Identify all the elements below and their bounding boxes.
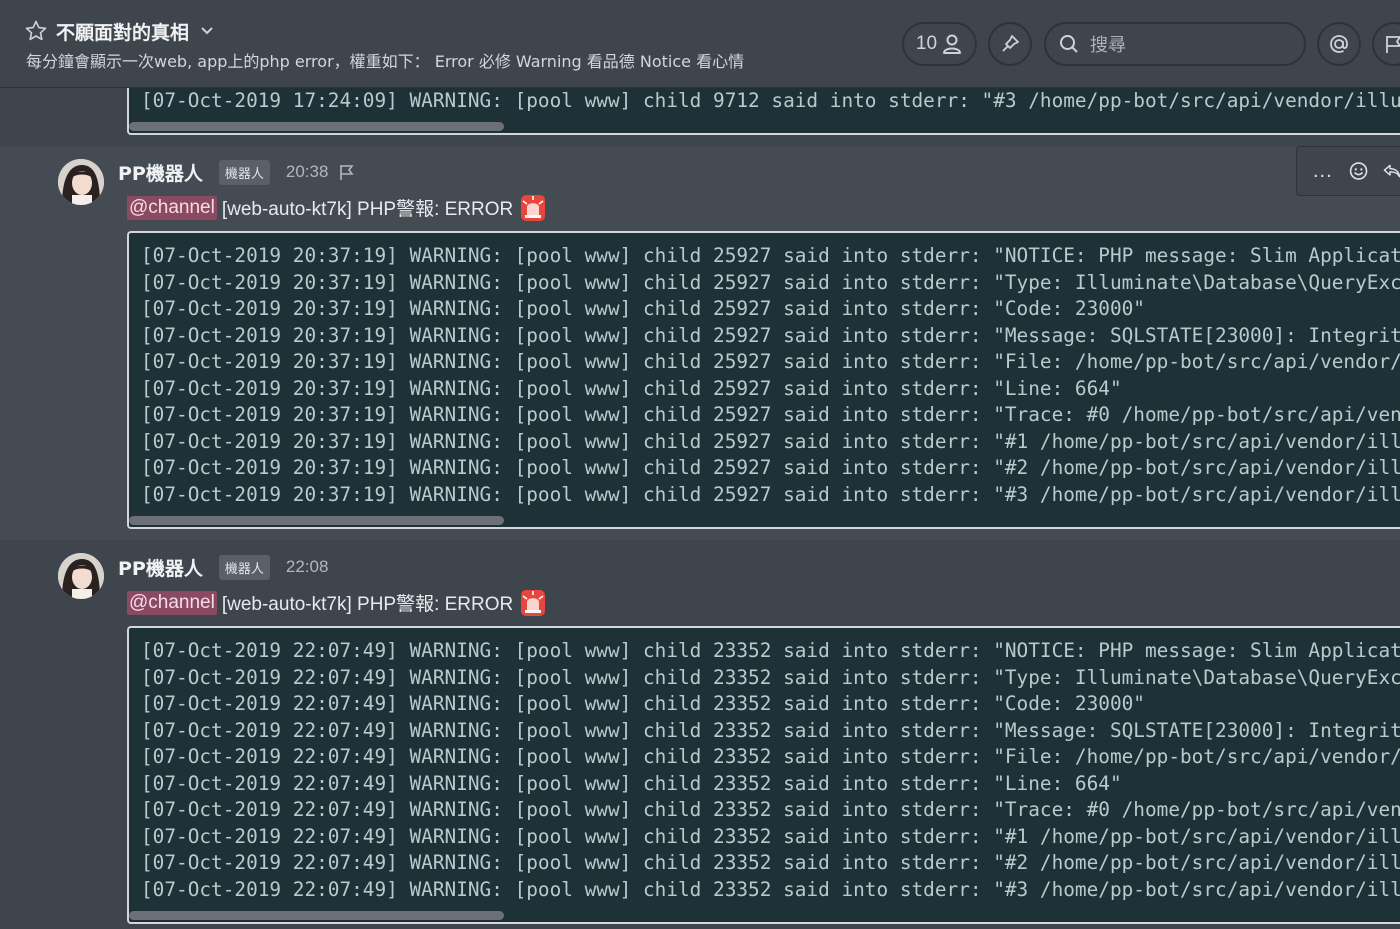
avatar[interactable]: [58, 159, 104, 205]
rotating-light-icon: [521, 589, 546, 616]
post-time[interactable]: 22:08: [286, 557, 329, 577]
reply-icon[interactable]: [1382, 159, 1400, 183]
search-icon: [1060, 35, 1078, 53]
code-line: [07-Oct-2019 22:07:49] WARNING: [pool ww…: [141, 718, 1400, 742]
username[interactable]: PP機器人: [118, 554, 203, 581]
channel-header: 不願面對的真相 每分鐘會顯示一次web, app上的php error，權重如下…: [0, 0, 1400, 88]
code-line: [07-Oct-2019 22:07:49] WARNING: [pool ww…: [141, 692, 1145, 715]
chevron-down-icon[interactable]: [197, 21, 217, 41]
code-line: [07-Oct-2019 22:07:49] WARNING: [pool ww…: [141, 824, 1400, 848]
post-actions: ...: [1296, 146, 1400, 196]
post-time[interactable]: 20:38: [286, 162, 329, 182]
flag-icon[interactable]: [338, 163, 356, 181]
code-line: [07-Oct-2019 22:07:49] WARNING: [pool ww…: [141, 851, 1400, 874]
code-line: [07-Oct-2019 22:07:49] WARNING: [pool ww…: [141, 877, 1400, 901]
message-body: [web-auto-kt7k] PHP警報: ERROR: [221, 199, 514, 220]
message-body: [web-auto-kt7k] PHP警報: ERROR: [221, 594, 514, 615]
post-header: PP機器人 機器人 22:08: [118, 553, 328, 581]
mentions-button[interactable]: [1317, 22, 1361, 66]
channel-mention[interactable]: @channel: [127, 590, 217, 615]
previous-post: [07-Oct-2019 17:24:09] WARNING: [pool ww…: [0, 78, 1400, 146]
members-button[interactable]: 10: [902, 22, 977, 66]
horizontal-scrollbar[interactable]: [129, 122, 504, 131]
flag-icon: [1386, 36, 1400, 53]
code-line: [07-Oct-2019 22:07:49] WARNING: [pool ww…: [141, 639, 1400, 662]
message-text: @channel [web-auto-kt7k] PHP警報: ERROR: [127, 194, 546, 221]
code-line: [07-Oct-2019 20:37:19] WARNING: [pool ww…: [141, 350, 1400, 373]
horizontal-scrollbar[interactable]: [129, 516, 504, 525]
code-line: [07-Oct-2019 22:07:49] WARNING: [pool ww…: [141, 771, 1122, 795]
search-input[interactable]: 搜尋: [1044, 22, 1306, 66]
code-line: [07-Oct-2019 20:37:19] WARNING: [pool ww…: [141, 270, 1400, 294]
code-block: [07-Oct-2019 22:07:49] WARNING: [pool ww…: [127, 626, 1400, 924]
code-line: [07-Oct-2019 20:37:19] WARNING: [pool ww…: [141, 429, 1400, 453]
pin-icon: [1002, 35, 1019, 52]
code-line: [07-Oct-2019 20:37:19] WARNING: [pool ww…: [141, 482, 1400, 506]
code-line: [07-Oct-2019 22:07:49] WARNING: [pool ww…: [141, 745, 1400, 768]
code-line: [07-Oct-2019 17:24:09] WARNING: [pool ww…: [141, 89, 1400, 112]
code-line: [07-Oct-2019 22:07:49] WARNING: [pool ww…: [141, 665, 1400, 689]
member-count: 10: [915, 33, 938, 54]
emoji-reaction-icon[interactable]: [1349, 159, 1368, 183]
rotating-light-icon: [521, 194, 546, 221]
code-line: [07-Oct-2019 20:37:19] WARNING: [pool ww…: [141, 297, 1145, 320]
code-line: [07-Oct-2019 20:37:19] WARNING: [pool ww…: [141, 323, 1400, 347]
message-text: @channel [web-auto-kt7k] PHP警報: ERROR: [127, 589, 546, 616]
post[interactable]: PP機器人 機器人 20:38 @channel [web-auto-kt7k]…: [0, 147, 1400, 540]
code-line: [07-Oct-2019 20:37:19] WARNING: [pool ww…: [141, 244, 1400, 267]
bot-tag: 機器人: [218, 159, 270, 185]
channel-title[interactable]: 不願面對的真相: [24, 18, 217, 44]
code-line: [07-Oct-2019 20:37:19] WARNING: [pool ww…: [141, 403, 1400, 426]
channel-name[interactable]: 不願面對的真相: [56, 18, 189, 45]
search-placeholder: 搜尋: [1090, 35, 1126, 56]
channel-purpose: 每分鐘會顯示一次web, app上的php error，權重如下： Error …: [26, 52, 745, 71]
bot-tag: 機器人: [218, 554, 270, 580]
saved-posts-button[interactable]: [1372, 22, 1400, 66]
post[interactable]: PP機器人 機器人 22:08 @channel [web-auto-kt7k]…: [0, 541, 1400, 929]
username[interactable]: PP機器人: [118, 159, 203, 186]
post-header: PP機器人 機器人 20:38: [118, 158, 356, 186]
more-actions-button[interactable]: ...: [1313, 160, 1333, 183]
channel-mention[interactable]: @channel: [127, 195, 217, 220]
horizontal-scrollbar[interactable]: [129, 911, 504, 920]
code-line: [07-Oct-2019 20:37:19] WARNING: [pool ww…: [141, 456, 1400, 479]
avatar[interactable]: [58, 553, 104, 599]
code-line: [07-Oct-2019 22:07:49] WARNING: [pool ww…: [141, 798, 1400, 821]
at-icon: [1330, 35, 1348, 53]
member-icon: [943, 34, 962, 54]
code-line: [07-Oct-2019 20:37:19] WARNING: [pool ww…: [141, 376, 1122, 400]
pinned-button[interactable]: [988, 22, 1032, 66]
code-block: [07-Oct-2019 20:37:19] WARNING: [pool ww…: [127, 231, 1400, 529]
star-icon[interactable]: [24, 19, 48, 43]
